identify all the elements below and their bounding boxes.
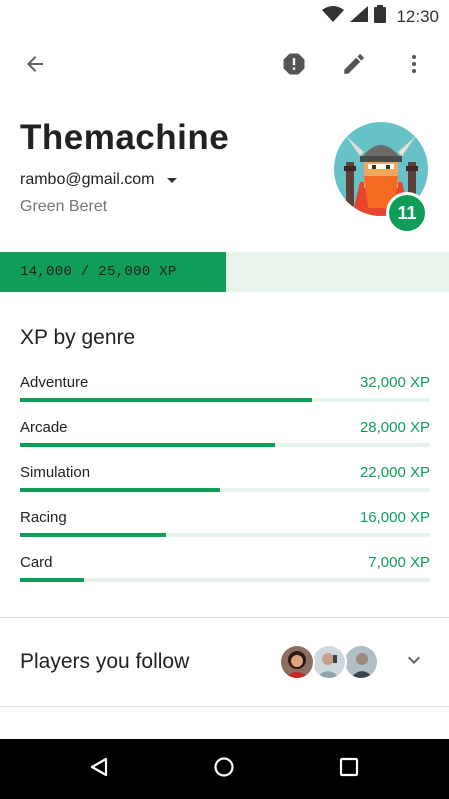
more-options-button[interactable] (390, 40, 438, 92)
genre-name: Racing (20, 509, 67, 526)
genre-item-simulation: Simulation 22,000 XP (20, 464, 430, 509)
nav-back-button[interactable] (69, 739, 129, 799)
genre-progress-track (20, 488, 430, 492)
genre-xp: 32,000 XP (359, 374, 430, 391)
nav-back-icon (88, 756, 110, 783)
more-vertical-icon (402, 52, 426, 81)
report-button[interactable] (270, 40, 318, 92)
xp-by-genre-section: XP by genre Adventure 32,000 XP Arcade 2… (20, 322, 430, 599)
genre-progress-track (20, 398, 430, 402)
genre-progress-fill (20, 533, 166, 537)
profile-header: Themachine rambo@gmail.com Green Beret (20, 115, 320, 216)
status-bar: 12:30 (0, 0, 449, 30)
nav-recents-button[interactable] (319, 739, 379, 799)
genre-progress-track (20, 533, 430, 537)
players-you-follow-row[interactable]: Players you follow (0, 618, 449, 706)
genre-xp: 28,000 XP (359, 419, 430, 436)
player-avatar-woman[interactable] (279, 644, 315, 680)
genre-xp: 7,000 XP (368, 554, 430, 571)
back-button[interactable] (11, 40, 59, 92)
genre-progress-fill (20, 488, 221, 492)
report-octagon-icon (280, 50, 308, 83)
genre-name: Simulation (20, 464, 91, 481)
xp-by-genre-title: XP by genre (20, 326, 136, 349)
genre-item-arcade: Arcade 28,000 XP (20, 419, 430, 464)
genre-list: Adventure 32,000 XP Arcade 28,000 XP Sim… (20, 374, 430, 599)
genre-progress-track (20, 578, 430, 582)
chevron-down-icon (402, 648, 426, 677)
genre-item-adventure: Adventure 32,000 XP (20, 374, 430, 419)
genre-name: Arcade (20, 419, 68, 436)
genre-xp: 22,000 XP (359, 464, 430, 481)
genre-progress-fill (20, 443, 276, 447)
battery-icon (374, 5, 387, 28)
expand-button[interactable] (398, 638, 430, 686)
xp-progress-label: 14,000 / 25,000 XP (20, 264, 177, 280)
edit-button[interactable] (330, 40, 378, 92)
genre-name: Card (20, 554, 53, 571)
avatar-container: 11 (334, 122, 430, 234)
gamer-name: Themachine (20, 118, 230, 157)
nav-home-button[interactable] (194, 739, 254, 799)
pencil-icon (341, 51, 367, 82)
player-avatar-man-profile[interactable] (343, 644, 379, 680)
genre-progress-track (20, 443, 430, 447)
genre-xp: 16,000 XP (359, 509, 430, 526)
player-avatar-man-phone[interactable] (311, 644, 347, 680)
level-badge: 11 (386, 192, 428, 234)
wifi-icon (322, 6, 345, 27)
genre-progress-fill (20, 578, 84, 582)
players-you-follow-title: Players you follow (20, 650, 190, 673)
genre-item-card: Card 7,000 XP (20, 554, 430, 599)
genre-name: Adventure (20, 374, 89, 391)
nav-recents-icon (339, 757, 359, 782)
dropdown-arrow-icon (166, 177, 177, 183)
arrow-back-icon (23, 52, 47, 81)
status-time: 12:30 (396, 6, 439, 26)
account-switcher[interactable]: rambo@gmail.com (20, 171, 320, 189)
account-email: rambo@gmail.com (20, 171, 155, 188)
rank-title: Green Beret (20, 198, 108, 215)
status-icons: 12:30 (322, 5, 439, 28)
genre-item-racing: Racing 16,000 XP (20, 509, 430, 554)
app-toolbar (0, 40, 449, 92)
cellular-signal-icon (350, 6, 369, 27)
system-nav-bar (0, 739, 449, 799)
genre-progress-fill (20, 398, 312, 402)
xp-progress-bar: 14,000 / 25,000 XP (0, 252, 449, 292)
nav-home-icon (213, 756, 235, 783)
divider (0, 706, 449, 707)
